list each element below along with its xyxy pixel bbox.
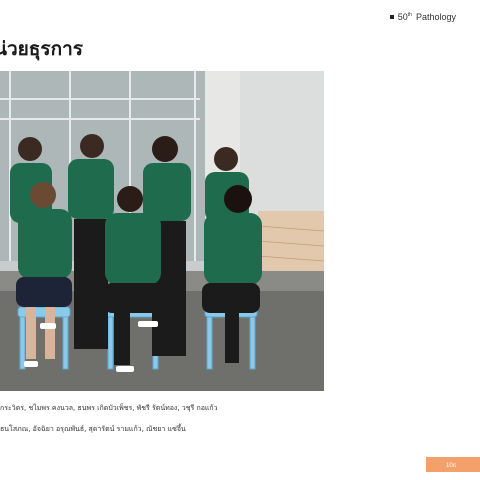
group-photo	[0, 71, 324, 391]
page-number: 10ธ	[446, 462, 457, 469]
photo-caption-line-2: ธนโสภณ, อัจฉิยา อรุณพันธ์, สุดารัตน์ ราม…	[0, 425, 186, 433]
group-photo-icon	[0, 71, 324, 391]
photo-caption-line-1: กระวิตร, ชไมพร คงนวล, ธนพร เกิดบัวเพ็ชร,…	[0, 404, 218, 412]
brand-number: 50th	[397, 12, 412, 22]
page-title: น่วยธุรการ	[0, 38, 83, 60]
brand-name: Pathology	[415, 12, 456, 22]
square-bullet-icon	[389, 15, 394, 19]
brand-label: 50th Pathology	[389, 12, 456, 22]
page-number-badge: 10ธ	[426, 457, 480, 472]
